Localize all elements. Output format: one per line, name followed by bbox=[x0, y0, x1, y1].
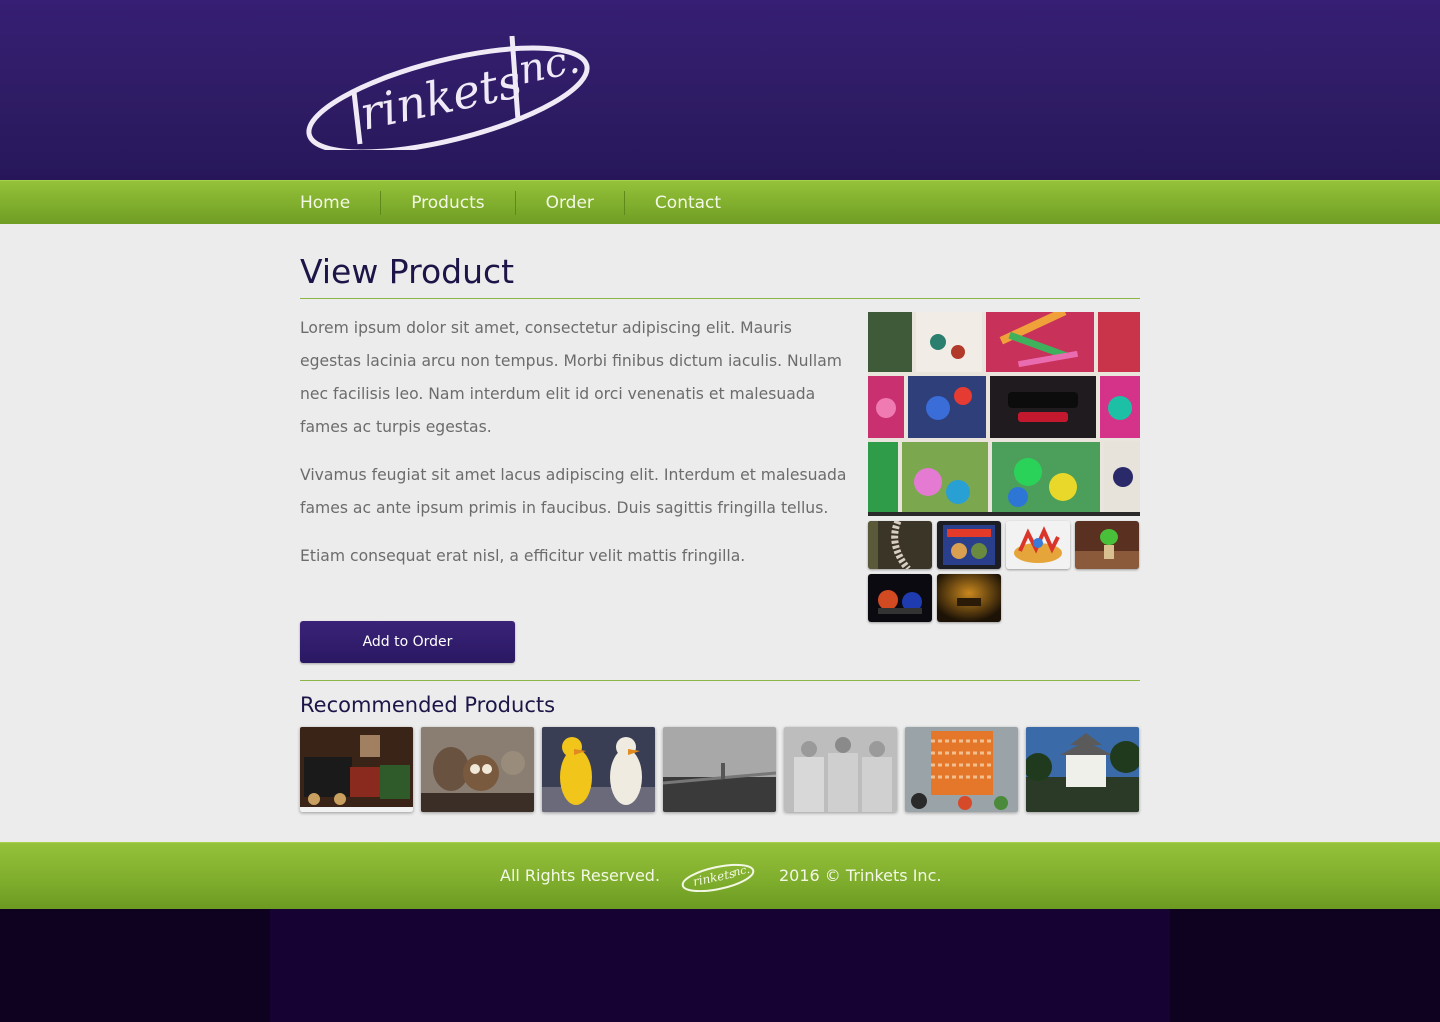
section-divider bbox=[300, 680, 1140, 681]
recommended-product[interactable] bbox=[784, 727, 897, 812]
nav-contact-link[interactable]: Contact bbox=[623, 191, 751, 215]
recommended-products-heading: Recommended Products bbox=[300, 693, 556, 717]
page-title: View Product bbox=[300, 252, 515, 291]
nav-order-link[interactable]: Order bbox=[514, 191, 624, 215]
recommended-product[interactable] bbox=[300, 727, 413, 812]
description-paragraph: Etiam consequat erat nisl, a efficitur v… bbox=[300, 547, 746, 565]
gallery-thumbnail[interactable] bbox=[1075, 521, 1139, 569]
page-background-center bbox=[270, 909, 1170, 1022]
site-header: rinkets nc. bbox=[0, 0, 1440, 180]
title-divider bbox=[300, 298, 1140, 299]
footer-copyright-text: 2016 © Trinkets Inc. bbox=[779, 866, 942, 885]
product-description: Lorem ipsum dolor sit amet, consectetur … bbox=[300, 312, 856, 588]
gallery-thumbnail[interactable] bbox=[868, 574, 932, 622]
add-to-order-button[interactable]: Add to Order bbox=[300, 621, 515, 663]
nav-products-link[interactable]: Products bbox=[380, 191, 514, 215]
recommended-product[interactable] bbox=[663, 727, 776, 812]
footer-rights-text: All Rights Reserved. bbox=[500, 866, 661, 885]
product-main-image[interactable] bbox=[868, 312, 1140, 516]
recommended-product[interactable] bbox=[905, 727, 1018, 812]
recommended-product[interactable] bbox=[421, 727, 534, 812]
footer-logo: rinkets nc. bbox=[680, 860, 756, 892]
recommended-product[interactable] bbox=[1026, 727, 1139, 812]
gallery-thumbnail[interactable] bbox=[1006, 521, 1070, 569]
svg-text:nc.: nc. bbox=[515, 36, 584, 94]
gallery-thumbnail[interactable] bbox=[868, 521, 932, 569]
gallery-thumbnail[interactable] bbox=[937, 574, 1001, 622]
main-navigation: Home Products Order Contact bbox=[0, 180, 1440, 224]
gallery-thumbnail[interactable] bbox=[937, 521, 1001, 569]
svg-text:nc.: nc. bbox=[732, 863, 751, 879]
recommended-product[interactable] bbox=[542, 727, 655, 812]
description-paragraph: Vivamus feugiat sit amet lacus adipiscin… bbox=[300, 466, 847, 517]
main-content: View Product Lorem ipsum dolor sit amet,… bbox=[0, 224, 1440, 842]
trinkets-logo[interactable]: rinkets nc. bbox=[302, 26, 598, 150]
site-footer: All Rights Reserved. rinkets nc. 2016 © … bbox=[0, 842, 1440, 909]
description-paragraph: Lorem ipsum dolor sit amet, consectetur … bbox=[300, 319, 842, 436]
nav-home-link[interactable]: Home bbox=[300, 191, 380, 215]
